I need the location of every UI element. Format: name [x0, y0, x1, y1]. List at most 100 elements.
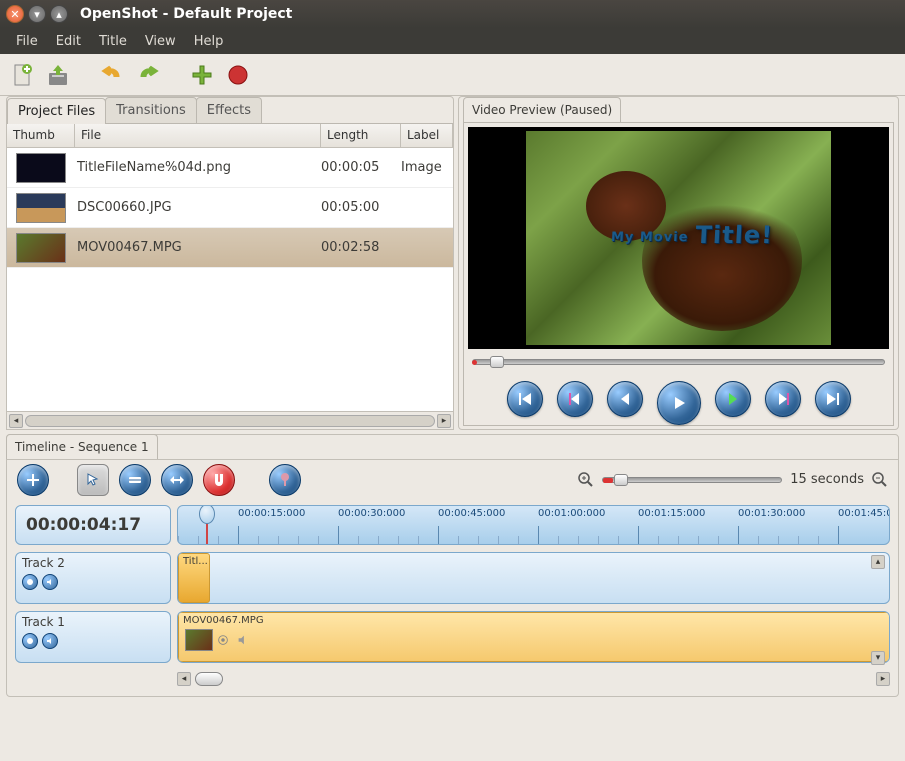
snap-button[interactable]: [203, 464, 235, 496]
scroll-left-icon[interactable]: ◂: [177, 672, 191, 686]
video-preview[interactable]: My Movie Title!: [468, 127, 889, 349]
playhead-handle-icon[interactable]: [199, 505, 215, 524]
scroll-thumb[interactable]: [195, 672, 223, 686]
marker-button[interactable]: [269, 464, 301, 496]
clip-label: Titl...: [179, 554, 209, 569]
menu-help[interactable]: Help: [186, 30, 232, 53]
razor-tool-button[interactable]: [119, 464, 151, 496]
timeline-vscrollbar[interactable]: ▴ ▾: [870, 554, 886, 666]
clip-visible-icon[interactable]: [216, 633, 230, 647]
project-panel: Project Files Transitions Effects Thumb …: [6, 96, 454, 430]
file-length: 00:00:05: [321, 160, 401, 175]
timeline-track: Track 2 Titl...: [15, 552, 890, 604]
menu-view[interactable]: View: [137, 30, 184, 53]
add-track-button[interactable]: [17, 464, 49, 496]
file-name: TitleFileName%04d.png: [75, 160, 321, 175]
zoom-in-icon[interactable]: [578, 472, 594, 488]
scroll-thumb[interactable]: [25, 415, 435, 427]
window-minimize-button[interactable]: ▾: [28, 5, 46, 23]
preview-panel: Video Preview (Paused) My Movie Title!: [458, 96, 899, 430]
project-files-table: Thumb File Length Label TitleFileName%04…: [7, 123, 453, 411]
save-button[interactable]: [44, 61, 72, 89]
zoom-level-label: 15 seconds: [790, 472, 864, 487]
file-row[interactable]: DSC00660.JPG 00:05:00: [7, 188, 453, 228]
track-visible-icon[interactable]: [22, 574, 38, 590]
clip-thumbnail: [185, 629, 213, 651]
window-maximize-button[interactable]: ▴: [50, 5, 68, 23]
prev-marker-button[interactable]: [557, 381, 593, 417]
ruler-tick-label: 00:01:45:000: [838, 508, 890, 519]
next-marker-button[interactable]: [765, 381, 801, 417]
timeline-track: Track 1 MOV00467.MPG: [15, 611, 890, 663]
clip-label: MOV00467.MPG: [179, 613, 890, 628]
file-length: 00:02:58: [321, 240, 401, 255]
zoom-slider[interactable]: [602, 475, 782, 485]
timeline-panel: Timeline - Sequence 1 15 seconds 00:00:0…: [6, 434, 899, 697]
window-close-button[interactable]: ✕: [6, 5, 24, 23]
timeline-hscrollbar[interactable]: ◂ ▸: [177, 670, 890, 690]
resize-tool-button[interactable]: [161, 464, 193, 496]
file-row[interactable]: TitleFileName%04d.png 00:00:05 Image: [7, 148, 453, 188]
file-label: Image: [401, 160, 453, 175]
track-name: Track 2: [22, 556, 164, 570]
track-audio-icon[interactable]: [42, 633, 58, 649]
redo-button[interactable]: [134, 61, 162, 89]
new-file-button[interactable]: [8, 61, 36, 89]
scroll-left-icon[interactable]: ◂: [9, 414, 23, 428]
main-toolbar: [0, 54, 905, 96]
record-button[interactable]: [224, 61, 252, 89]
menu-file[interactable]: File: [8, 30, 46, 53]
file-name: MOV00467.MPG: [75, 240, 321, 255]
rewind-button[interactable]: [607, 381, 643, 417]
menubar: File Edit Title View Help: [0, 28, 905, 54]
skip-start-button[interactable]: [507, 381, 543, 417]
ruler-tick-label: 00:00:15:000: [238, 508, 305, 519]
clip-audio-icon[interactable]: [236, 633, 250, 647]
fast-forward-button[interactable]: [715, 381, 751, 417]
tab-transitions[interactable]: Transitions: [105, 97, 197, 123]
timeline-clip[interactable]: MOV00467.MPG: [178, 612, 890, 662]
add-button[interactable]: [188, 61, 216, 89]
track-header[interactable]: Track 2: [15, 552, 171, 604]
playhead[interactable]: [206, 506, 208, 545]
timeline-label: Timeline - Sequence 1: [6, 434, 158, 459]
zoom-out-icon[interactable]: [872, 472, 888, 488]
preview-label: Video Preview (Paused): [463, 97, 621, 122]
scroll-right-icon[interactable]: ▸: [876, 672, 890, 686]
col-header-file[interactable]: File: [75, 124, 321, 147]
window-titlebar: ✕ ▾ ▴ OpenShot - Default Project: [0, 0, 905, 28]
menu-edit[interactable]: Edit: [48, 30, 89, 53]
track-body[interactable]: MOV00467.MPG: [177, 611, 890, 663]
tab-project-files[interactable]: Project Files: [7, 98, 106, 124]
seek-slider[interactable]: [472, 359, 885, 369]
ruler-tick-label: 00:01:15:000: [638, 508, 705, 519]
menu-title[interactable]: Title: [91, 30, 135, 53]
scroll-down-icon[interactable]: ▾: [871, 651, 885, 665]
track-header[interactable]: Track 1: [15, 611, 171, 663]
col-header-label[interactable]: Label: [401, 124, 453, 147]
timeline-clip[interactable]: Titl...: [178, 553, 210, 603]
timeline-current-time: 00:00:04:17: [15, 505, 171, 545]
timeline-ruler[interactable]: 00:00:15:000 00:00:30:000 00:00:45:000 00:0…: [177, 505, 890, 545]
ruler-tick-label: 00:00:30:000: [338, 508, 405, 519]
pointer-tool-button[interactable]: [77, 464, 109, 496]
ruler-tick-label: 00:01:30:000: [738, 508, 805, 519]
track-name: Track 1: [22, 615, 164, 629]
col-header-length[interactable]: Length: [321, 124, 401, 147]
play-button[interactable]: [657, 381, 701, 425]
file-row[interactable]: MOV00467.MPG 00:02:58: [7, 228, 453, 268]
ruler-tick-label: 00:00:45:000: [438, 508, 505, 519]
scroll-right-icon[interactable]: ▸: [437, 414, 451, 428]
track-visible-icon[interactable]: [22, 633, 38, 649]
tab-effects[interactable]: Effects: [196, 97, 262, 123]
seek-handle[interactable]: [490, 356, 504, 368]
window-title: OpenShot - Default Project: [80, 6, 292, 22]
project-files-hscrollbar[interactable]: ◂ ▸: [7, 411, 453, 429]
track-audio-icon[interactable]: [42, 574, 58, 590]
skip-end-button[interactable]: [815, 381, 851, 417]
col-header-thumb[interactable]: Thumb: [7, 124, 75, 147]
track-body[interactable]: Titl...: [177, 552, 890, 604]
preview-title-overlay: My Movie Title!: [611, 221, 775, 250]
undo-button[interactable]: [98, 61, 126, 89]
scroll-up-icon[interactable]: ▴: [871, 555, 885, 569]
